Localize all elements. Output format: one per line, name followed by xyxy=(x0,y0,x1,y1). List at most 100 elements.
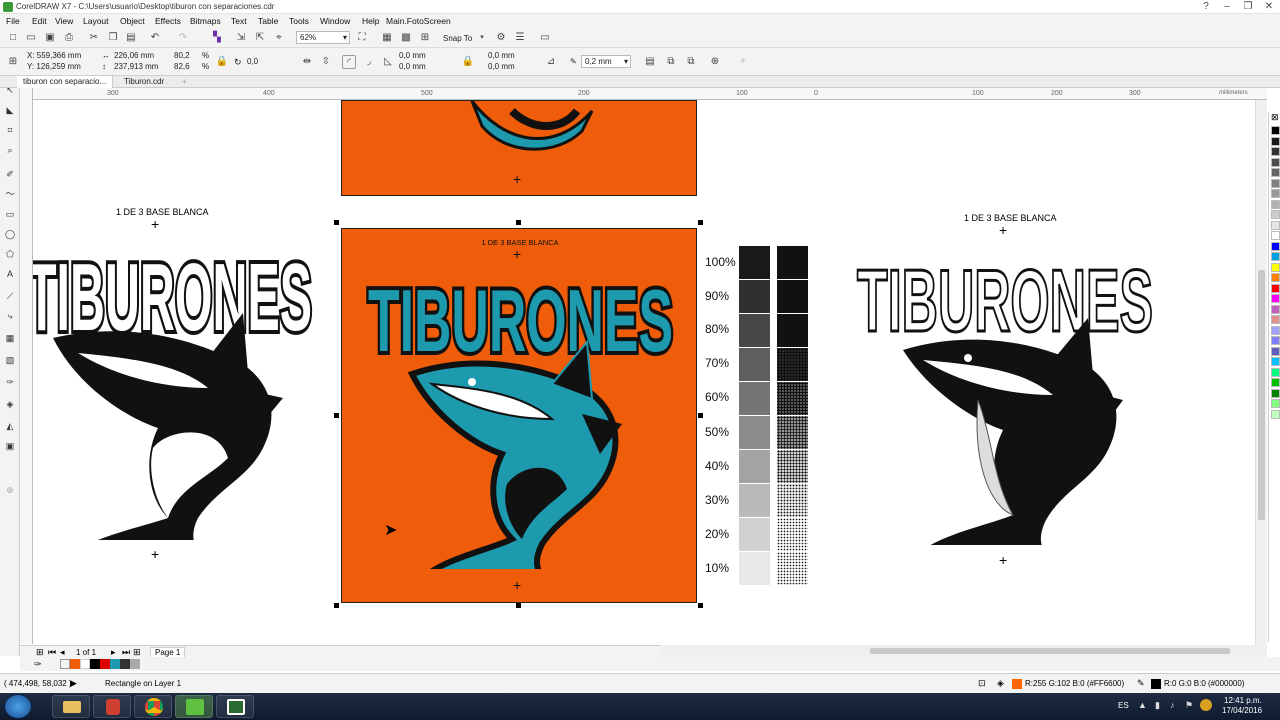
x-position-field[interactable]: X: 559,366 mm xyxy=(27,51,81,60)
paste-icon[interactable]: ▤ xyxy=(124,31,138,45)
menu-effects[interactable]: Effects xyxy=(155,16,181,26)
round-corner-icon[interactable]: ◜ xyxy=(342,55,356,69)
selection-handle[interactable] xyxy=(334,220,339,225)
tray-flag-icon[interactable]: ⚑ xyxy=(1185,700,1193,711)
tab-tiburon-cdr[interactable]: Tiburon.cdr xyxy=(118,76,170,88)
palette-swatch[interactable] xyxy=(1271,399,1280,408)
selection-handle[interactable] xyxy=(516,603,521,608)
gray-swatch[interactable] xyxy=(130,659,140,669)
selection-handle[interactable] xyxy=(698,220,703,225)
palette-swatch[interactable] xyxy=(1271,210,1280,219)
coreldraw-taskbar-icon[interactable] xyxy=(175,695,213,718)
teal-swatch[interactable] xyxy=(110,659,120,669)
media-taskbar-icon[interactable] xyxy=(93,695,131,718)
palette-swatch[interactable] xyxy=(1271,189,1280,198)
undo-icon[interactable]: ↶ xyxy=(148,31,162,45)
palette-swatch[interactable] xyxy=(1271,178,1280,188)
menu-help[interactable]: Help xyxy=(362,16,379,26)
palette-swatch[interactable] xyxy=(1271,241,1280,251)
help-button[interactable]: ? xyxy=(1195,0,1217,14)
mirror-horizontal-icon[interactable]: ⇹ xyxy=(300,55,314,69)
export-icon[interactable]: ⇱ xyxy=(253,31,267,45)
smart-fill-tool-icon[interactable]: ◭ xyxy=(4,420,16,432)
menu-main-fotoscreen[interactable]: Main.FotoScreen xyxy=(386,16,451,26)
corner-radius-bottom-left[interactable]: 0,0 mm xyxy=(399,62,426,71)
copy-icon[interactable]: ❐ xyxy=(106,31,120,45)
drop-shadow-tool-icon[interactable]: ▦ xyxy=(4,332,16,344)
shape-tool-icon[interactable]: ◣ xyxy=(4,104,16,116)
crop-tool-icon[interactable]: ⌗ xyxy=(4,124,16,136)
tray-app-icon[interactable] xyxy=(1200,699,1212,711)
rectangle-tool-icon[interactable]: ▭ xyxy=(4,208,16,220)
palette-swatch[interactable] xyxy=(1271,378,1280,387)
corner-radius-top-right[interactable]: 0,0 mm xyxy=(488,51,515,60)
artistic-media-tool-icon[interactable]: 〜 xyxy=(4,188,16,200)
chamfer-corner-icon[interactable]: ◺ xyxy=(381,55,395,69)
open-icon[interactable]: ▭ xyxy=(24,31,38,45)
palette-swatch[interactable] xyxy=(1271,304,1280,314)
drawing-canvas[interactable]: + 1 DE 3 BASE BLANCA + TIBURONES + 1 DE … xyxy=(33,100,1267,645)
red-swatch[interactable] xyxy=(100,659,110,669)
palette-swatch[interactable] xyxy=(1271,199,1280,209)
grid-icon[interactable]: ▩ xyxy=(399,31,413,45)
add-icon[interactable]: + xyxy=(736,55,750,69)
redo-icon[interactable]: ↷ xyxy=(176,31,190,45)
dark-swatch[interactable] xyxy=(120,659,130,669)
palette-swatch[interactable] xyxy=(1271,136,1280,146)
add-tool-icon[interactable]: ⊕ xyxy=(4,484,16,496)
mirror-vertical-icon[interactable]: ⇳ xyxy=(319,55,333,69)
palette-swatch[interactable] xyxy=(1271,357,1280,366)
convert-to-curves-icon[interactable]: ⊕ xyxy=(708,55,722,69)
scale-height-field[interactable]: 82,6 xyxy=(174,62,190,71)
corner-radius-top-left[interactable]: 0,0 mm xyxy=(399,51,426,60)
palette-swatch[interactable] xyxy=(1271,273,1280,282)
menu-window[interactable]: Window xyxy=(320,16,350,26)
lock-ratio-icon[interactable]: 🔒 xyxy=(215,55,229,69)
palette-swatch[interactable] xyxy=(1271,336,1280,345)
menu-file[interactable]: File xyxy=(6,16,20,26)
zoom-level-select[interactable]: 62% ▾ xyxy=(296,31,350,44)
menu-table[interactable]: Table xyxy=(258,16,278,26)
close-button[interactable]: ✕ xyxy=(1258,0,1280,14)
no-color-swatch[interactable] xyxy=(60,659,70,669)
freehand-tool-icon[interactable]: ✐ xyxy=(4,168,16,180)
menu-view[interactable]: View xyxy=(55,16,73,26)
eyedropper-icon[interactable]: ✑ xyxy=(34,659,42,670)
palette-swatch[interactable] xyxy=(1271,147,1280,156)
palette-swatch[interactable] xyxy=(1271,157,1280,167)
options-icon[interactable]: ⚙ xyxy=(494,31,508,45)
cut-icon[interactable]: ✂ xyxy=(87,31,101,45)
vertical-scroll-thumb[interactable] xyxy=(1258,270,1265,520)
eyedropper-tool-icon[interactable]: ✑ xyxy=(4,376,16,388)
palette-swatch[interactable] xyxy=(1271,126,1280,135)
polygon-tool-icon[interactable]: ⬠ xyxy=(4,248,16,260)
y-position-field[interactable]: Y: 126,259 mm xyxy=(27,62,81,71)
new-tab-icon[interactable]: + xyxy=(176,76,193,88)
width-field[interactable]: 226,06 mm xyxy=(114,51,154,60)
chrome-taskbar-icon[interactable] xyxy=(134,695,172,718)
palette-swatch[interactable] xyxy=(1271,325,1280,335)
right-artwork[interactable]: TIBURONES xyxy=(853,245,1158,545)
palette-swatch[interactable] xyxy=(1271,283,1280,293)
scale-width-field[interactable]: 80,2 xyxy=(174,51,190,60)
vertical-ruler[interactable] xyxy=(20,88,33,644)
corner-radius-bottom-right[interactable]: 0,0 mm xyxy=(488,62,515,71)
connector-tool-icon[interactable]: ⤷ xyxy=(4,310,16,322)
object-origin-icon[interactable]: ⊞ xyxy=(6,55,20,69)
palette-swatch[interactable] xyxy=(1271,367,1280,377)
left-artwork[interactable]: TIBURONES xyxy=(33,240,323,540)
scallop-corner-icon[interactable]: ◞ xyxy=(362,55,376,69)
new-document-icon[interactable]: □ xyxy=(6,31,20,45)
vertical-scrollbar[interactable] xyxy=(1255,100,1267,645)
import-icon[interactable]: ⇲ xyxy=(234,31,248,45)
menu-layout[interactable]: Layout xyxy=(83,16,109,26)
corel-capture-taskbar-icon[interactable] xyxy=(216,695,254,718)
interactive-fill-tool-icon[interactable]: ◈ xyxy=(4,398,16,410)
selected-orange-rectangle[interactable]: 1 DE 3 BASE BLANCA + TIBURONES + xyxy=(341,228,697,603)
palette-swatch[interactable] xyxy=(1271,220,1280,230)
tray-up-icon[interactable]: ▲ xyxy=(1138,700,1147,710)
menu-text[interactable]: Text xyxy=(231,16,247,26)
rulers-icon[interactable]: ▦ xyxy=(380,31,394,45)
selection-handle[interactable] xyxy=(698,413,703,418)
print-icon[interactable]: ⎙ xyxy=(62,31,76,45)
